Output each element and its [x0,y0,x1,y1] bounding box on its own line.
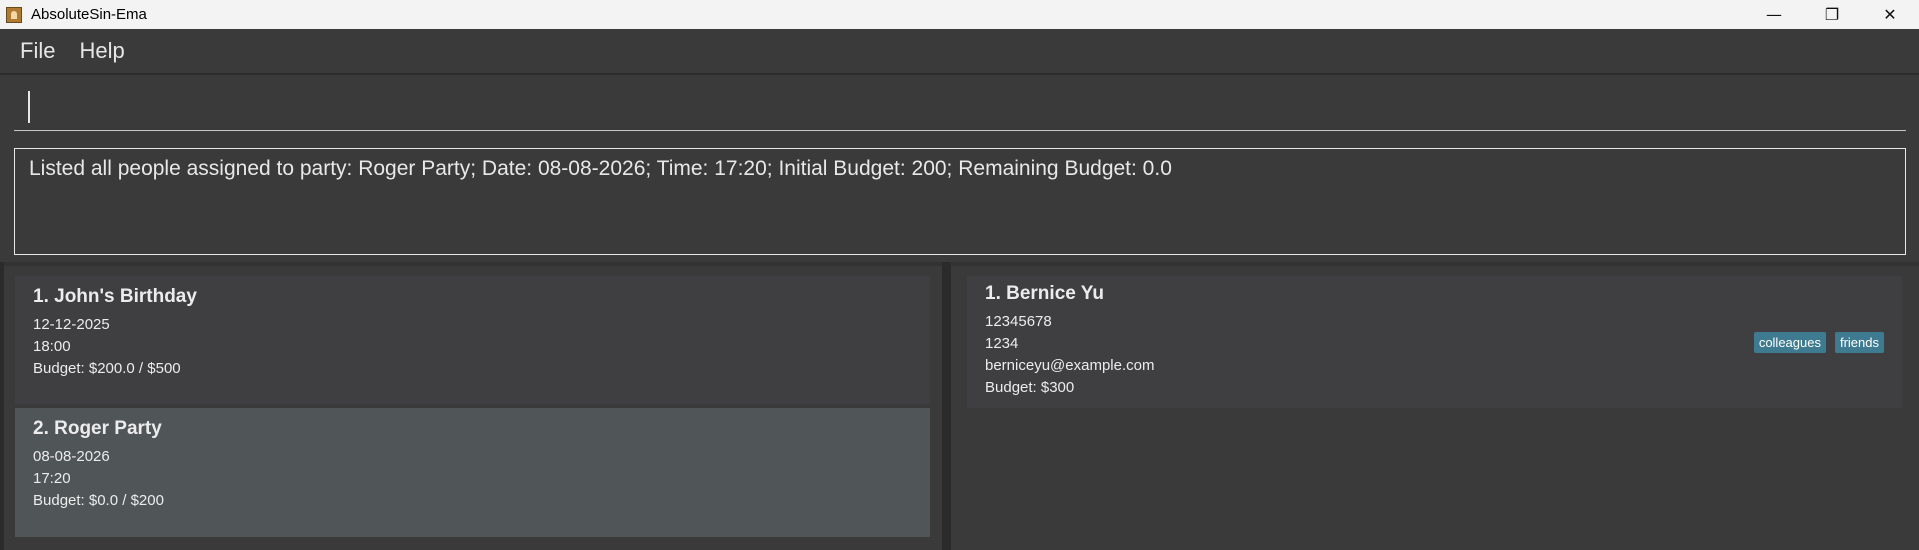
party-date: 12-12-2025 [33,316,110,333]
app-icon [6,6,22,23]
window-controls: — ❐ ✕ [1745,0,1919,29]
party-title: 2. Roger Party [33,418,162,439]
party-time: 18:00 [33,338,71,355]
command-box [0,74,1919,137]
party-time: 17:20 [33,470,71,487]
command-input[interactable] [14,85,1906,131]
result-display: Listed all people assigned to party: Rog… [14,148,1906,255]
person-address: 1234 [985,335,1019,352]
person-list[interactable]: 1. Bernice Yu 12345678 1234 berniceyu@ex… [951,262,1919,550]
restore-button[interactable]: ❐ [1803,0,1861,29]
person-phone: 12345678 [985,313,1052,330]
party-budget: Budget: $200.0 / $500 [33,360,181,377]
person-email: berniceyu@example.com [985,357,1155,374]
menu-bar: File Help [0,29,1919,74]
app-window: AbsoluteSin-Ema — ❐ ✕ File Help Listed a… [0,0,1919,550]
party-date: 08-08-2026 [33,448,110,465]
close-button[interactable]: ✕ [1861,0,1919,29]
menu-file[interactable]: File [20,38,55,64]
person-tags: colleagues friends [1753,332,1884,353]
party-list[interactable]: 1. John's Birthday 12-12-2025 18:00 Budg… [4,262,942,550]
tag-colleagues: colleagues [1753,332,1826,353]
tag-friends: friends [1834,332,1884,353]
person-name: 1. Bernice Yu [985,283,1104,304]
lists-area: 1. John's Birthday 12-12-2025 18:00 Budg… [0,262,1919,550]
party-card[interactable]: 1. John's Birthday 12-12-2025 18:00 Budg… [15,276,930,404]
menu-help[interactable]: Help [79,38,124,64]
person-budget: Budget: $300 [985,379,1075,396]
person-card[interactable]: 1. Bernice Yu 12345678 1234 berniceyu@ex… [967,276,1902,408]
text-caret [28,91,30,123]
party-card-selected[interactable]: 2. Roger Party 08-08-2026 17:20 Budget: … [15,408,930,537]
title-bar: AbsoluteSin-Ema — ❐ ✕ [0,0,1919,29]
minimize-button[interactable]: — [1745,0,1803,29]
party-title: 1. John's Birthday [33,286,197,307]
window-title: AbsoluteSin-Ema [31,6,147,23]
party-budget: Budget: $0.0 / $200 [33,492,164,509]
result-display-area: Listed all people assigned to party: Rog… [0,138,1919,260]
